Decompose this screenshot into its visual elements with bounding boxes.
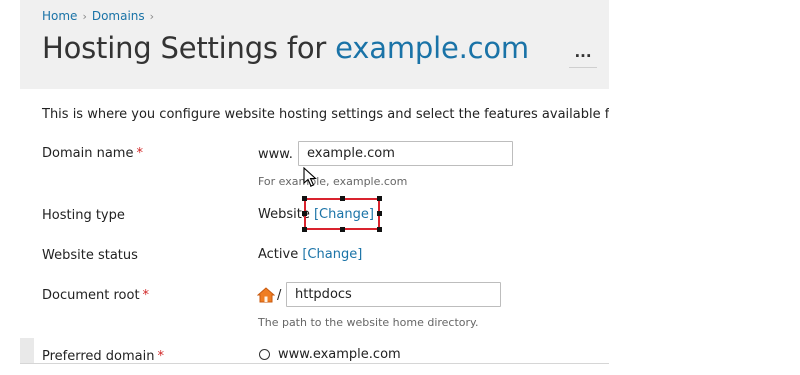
document-root-hint: The path to the website home directory. (258, 316, 479, 329)
required-mark: * (142, 288, 150, 303)
selection-handle (302, 211, 307, 216)
document-root-label: Document root * (42, 288, 149, 303)
website-status-value: Active [Change] (258, 247, 362, 262)
preferred-domain-label-text: Preferred domain (42, 349, 155, 363)
page-title: Hosting Settings for example.com (42, 31, 529, 65)
document-root-separator: / (277, 288, 282, 303)
panel-bottom-border (20, 363, 609, 364)
www-prefix: www. (258, 147, 293, 162)
scroll-indicator (20, 338, 34, 364)
preferred-domain-option[interactable]: www.example.com (278, 347, 401, 362)
breadcrumb: Home › Domains › (42, 9, 159, 23)
domain-name-hint: For example, example.com (258, 175, 408, 188)
selection-handle (340, 227, 345, 232)
hosting-type-label: Hosting type (42, 208, 125, 223)
intro-text: This is where you configure website host… (42, 107, 609, 122)
mouse-cursor-icon (303, 166, 317, 191)
required-mark: * (157, 349, 165, 363)
required-mark: * (136, 146, 143, 161)
website-status-label: Website status (42, 248, 138, 263)
chevron-right-icon: › (149, 10, 155, 23)
chevron-right-icon: › (82, 10, 87, 23)
selection-handle (302, 196, 307, 201)
more-actions-button[interactable]: ... (569, 45, 597, 68)
domain-name-input[interactable]: example.com (298, 141, 513, 166)
preferred-domain-radio[interactable] (259, 349, 270, 360)
selection-handle (340, 196, 345, 201)
page-title-prefix: Hosting Settings for (42, 31, 327, 65)
selection-highlight-box (304, 198, 380, 230)
document-root-label-text: Document root (42, 288, 140, 303)
website-status-text: Active (258, 247, 299, 262)
page-header: Home › Domains › Hosting Settings for examp… (20, 0, 609, 89)
selection-handle (302, 227, 307, 232)
breadcrumb-home[interactable]: Home (42, 9, 77, 23)
preferred-domain-label: Preferred domain * (42, 349, 164, 363)
domain-name-label-text: Domain name (42, 146, 134, 161)
selection-handle (377, 211, 382, 216)
home-icon (256, 287, 276, 307)
document-root-input[interactable]: httpdocs (286, 282, 501, 307)
page-title-domain: example.com (335, 31, 529, 65)
website-status-change-link[interactable]: [Change] (302, 247, 362, 262)
domain-name-label: Domain name * (42, 146, 143, 161)
breadcrumb-domains[interactable]: Domains (92, 9, 145, 23)
selection-handle (377, 196, 382, 201)
selection-handle (377, 227, 382, 232)
